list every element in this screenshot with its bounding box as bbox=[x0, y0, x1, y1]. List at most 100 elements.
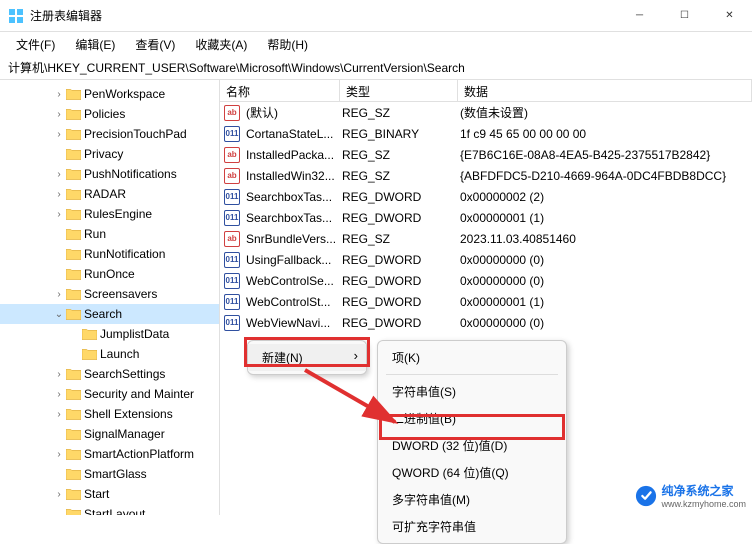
expander-icon[interactable]: › bbox=[52, 489, 66, 500]
ctx-binary[interactable]: 二进制值(B) bbox=[378, 405, 566, 432]
ctx-expandstring[interactable]: 可扩充字符串值 bbox=[378, 513, 566, 540]
tree-node[interactable]: RunNotification bbox=[0, 244, 219, 264]
tree-node[interactable]: ›Security and Mainter bbox=[0, 384, 219, 404]
tree-label: JumplistData bbox=[100, 327, 169, 341]
cell-data: 0x00000000 (0) bbox=[458, 253, 752, 267]
tree-label: Privacy bbox=[84, 147, 123, 161]
col-header-type[interactable]: 类型 bbox=[340, 80, 458, 101]
tree-label: Screensavers bbox=[84, 287, 157, 301]
menubar: 文件(F) 编辑(E) 查看(V) 收藏夹(A) 帮助(H) bbox=[0, 32, 752, 56]
tree-label: Launch bbox=[100, 347, 139, 361]
ctx-dword[interactable]: DWORD (32 位)值(D) bbox=[378, 432, 566, 459]
window-title: 注册表编辑器 bbox=[30, 7, 617, 24]
expander-icon[interactable]: › bbox=[52, 389, 66, 400]
menu-view[interactable]: 查看(V) bbox=[127, 34, 183, 55]
tree-node[interactable]: ›RulesEngine bbox=[0, 204, 219, 224]
list-row[interactable]: ab(默认)REG_SZ(数值未设置) bbox=[220, 102, 752, 123]
expander-icon[interactable]: › bbox=[52, 169, 66, 180]
close-button[interactable]: ✕ bbox=[707, 0, 752, 32]
tree-label: SmartGlass bbox=[84, 467, 147, 481]
tree-node[interactable]: › PrecisionTouchPad bbox=[0, 124, 219, 144]
ctx-key[interactable]: 项(K) bbox=[378, 344, 566, 371]
expander-icon[interactable]: ⌄ bbox=[52, 309, 66, 320]
tree-node[interactable]: › Screensavers bbox=[0, 284, 219, 304]
tree-node[interactable]: › SmartActionPlatform bbox=[0, 444, 219, 464]
tree-node[interactable]: ›RADAR bbox=[0, 184, 219, 204]
expander-icon[interactable]: › bbox=[52, 89, 66, 100]
tree-node[interactable]: Launch bbox=[0, 344, 219, 364]
minimize-button[interactable]: ─ bbox=[617, 0, 662, 32]
tree-node[interactable]: › PenWorkspace bbox=[0, 84, 219, 104]
menu-favorites[interactable]: 收藏夹(A) bbox=[187, 34, 255, 55]
tree-node[interactable]: ›Start bbox=[0, 484, 219, 504]
cell-type: REG_BINARY bbox=[340, 127, 458, 141]
list-row[interactable]: 011WebControlSe...REG_DWORD0x00000000 (0… bbox=[220, 270, 752, 291]
ctx-new[interactable]: 新建(N) bbox=[248, 344, 366, 371]
maximize-button[interactable]: ☐ bbox=[662, 0, 707, 32]
expander-icon[interactable]: › bbox=[52, 109, 66, 120]
menu-edit[interactable]: 编辑(E) bbox=[67, 34, 123, 55]
tree-node[interactable]: ⌄Search bbox=[0, 304, 219, 324]
col-header-data[interactable]: 数据 bbox=[458, 80, 752, 101]
tree-node[interactable]: SignalManager bbox=[0, 424, 219, 444]
list-row[interactable]: 011WebControlSt...REG_DWORD0x00000001 (1… bbox=[220, 291, 752, 312]
list-header: 名称 类型 数据 bbox=[220, 80, 752, 102]
cell-data: 0x00000000 (0) bbox=[458, 274, 752, 288]
list-row[interactable]: 011SearchboxTas...REG_DWORD0x00000002 (2… bbox=[220, 186, 752, 207]
list-row[interactable]: 011CortanaStateL...REG_BINARY1f c9 45 65… bbox=[220, 123, 752, 144]
cell-data: 2023.11.03.40851460 bbox=[458, 232, 752, 246]
cell-name: SearchboxTas... bbox=[244, 190, 340, 204]
app-icon bbox=[8, 8, 24, 24]
expander-icon[interactable]: › bbox=[52, 129, 66, 140]
tree-node[interactable]: RunOnce bbox=[0, 264, 219, 284]
cell-data: {ABFDFDC5-D210-4669-964A-0DC4FBDB8DCC} bbox=[458, 169, 752, 183]
cell-data: 0x00000000 (0) bbox=[458, 316, 752, 330]
list-row[interactable]: 011SearchboxTas...REG_DWORD0x00000001 (1… bbox=[220, 207, 752, 228]
list-row[interactable]: abSnrBundleVers...REG_SZ2023.11.03.40851… bbox=[220, 228, 752, 249]
watermark: 纯净系统之家 www.kzmyhome.com bbox=[635, 482, 746, 509]
tree-label: Run bbox=[84, 227, 106, 241]
expander-icon[interactable]: › bbox=[52, 289, 66, 300]
cell-name: InstalledPacka... bbox=[244, 148, 340, 162]
col-header-name[interactable]: 名称 bbox=[220, 80, 340, 101]
ctx-multistring[interactable]: 多字符串值(M) bbox=[378, 486, 566, 513]
context-submenu[interactable]: 项(K) 字符串值(S) 二进制值(B) DWORD (32 位)值(D) QW… bbox=[377, 340, 567, 544]
tree-node[interactable]: ›Shell Extensions bbox=[0, 404, 219, 424]
cell-name: SnrBundleVers... bbox=[244, 232, 340, 246]
tree-label: PushNotifications bbox=[84, 167, 177, 181]
tree-node[interactable]: ›Policies bbox=[0, 104, 219, 124]
tree-label: SmartActionPlatform bbox=[84, 447, 194, 461]
cell-name: (默认) bbox=[244, 104, 340, 121]
cell-type: REG_SZ bbox=[340, 106, 458, 120]
list-row[interactable]: 011UsingFallback...REG_DWORD0x00000000 (… bbox=[220, 249, 752, 270]
expander-icon[interactable]: › bbox=[52, 409, 66, 420]
value-type-icon: ab bbox=[224, 147, 240, 163]
tree-label: PenWorkspace bbox=[84, 87, 165, 101]
registry-tree[interactable]: ›PenWorkspace›Policies›PrecisionTouchPad… bbox=[0, 80, 220, 515]
tree-node[interactable]: StartLayout bbox=[0, 504, 219, 515]
menu-help[interactable]: 帮助(H) bbox=[259, 34, 316, 55]
cell-data: 1f c9 45 65 00 00 00 00 bbox=[458, 127, 752, 141]
address-bar[interactable]: 计算机\HKEY_CURRENT_USER\Software\Microsoft… bbox=[0, 56, 752, 80]
expander-icon[interactable]: › bbox=[52, 449, 66, 460]
titlebar: 注册表编辑器 ─ ☐ ✕ bbox=[0, 0, 752, 32]
ctx-string[interactable]: 字符串值(S) bbox=[378, 378, 566, 405]
expander-icon[interactable]: › bbox=[52, 369, 66, 380]
ctx-qword[interactable]: QWORD (64 位)值(Q) bbox=[378, 459, 566, 486]
list-row[interactable]: abInstalledPacka...REG_SZ{E7B6C16E-08A8-… bbox=[220, 144, 752, 165]
cell-type: REG_DWORD bbox=[340, 274, 458, 288]
tree-node[interactable]: SmartGlass bbox=[0, 464, 219, 484]
tree-label: StartLayout bbox=[84, 507, 145, 515]
context-menu-new[interactable]: 新建(N) bbox=[247, 340, 367, 375]
tree-node[interactable]: Run bbox=[0, 224, 219, 244]
tree-node[interactable]: JumplistData bbox=[0, 324, 219, 344]
tree-node[interactable]: › PushNotifications bbox=[0, 164, 219, 184]
tree-node[interactable]: ›SearchSettings bbox=[0, 364, 219, 384]
expander-icon[interactable]: › bbox=[52, 189, 66, 200]
tree-label: PrecisionTouchPad bbox=[84, 127, 187, 141]
list-row[interactable]: 011WebViewNavi...REG_DWORD0x00000000 (0) bbox=[220, 312, 752, 333]
menu-file[interactable]: 文件(F) bbox=[8, 34, 63, 55]
tree-node[interactable]: Privacy bbox=[0, 144, 219, 164]
expander-icon[interactable]: › bbox=[52, 209, 66, 220]
list-row[interactable]: abInstalledWin32...REG_SZ{ABFDFDC5-D210-… bbox=[220, 165, 752, 186]
